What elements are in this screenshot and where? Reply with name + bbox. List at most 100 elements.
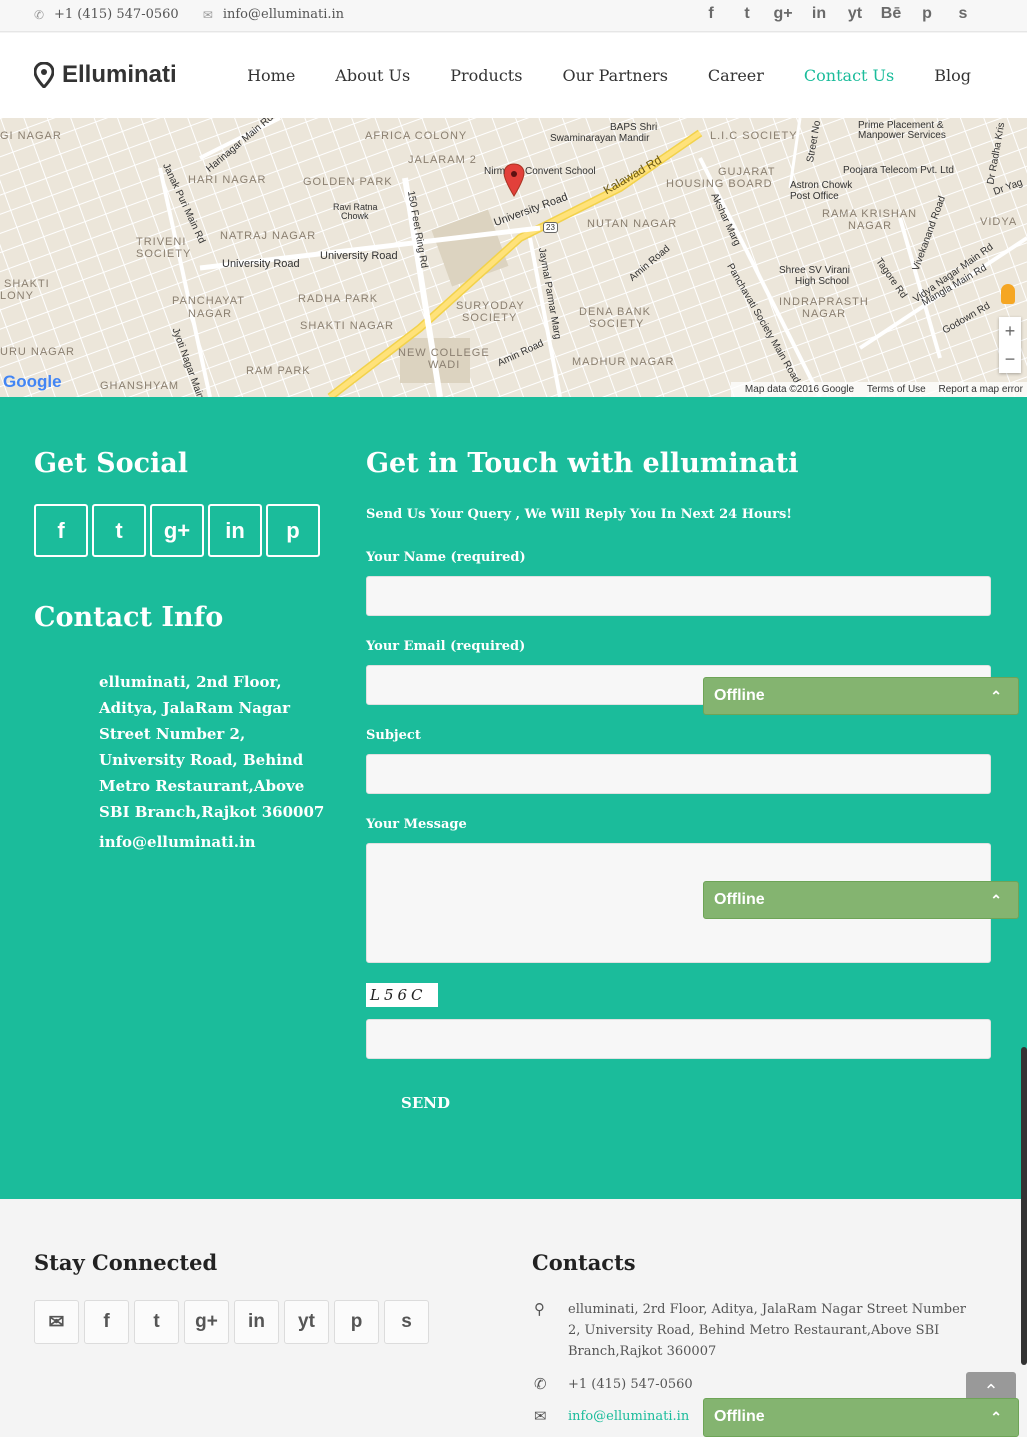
nav-contact-us[interactable]: Contact Us	[804, 66, 894, 85]
contact-address: elluminati, 2nd Floor, Aditya, JalaRam N…	[99, 673, 325, 821]
map-label: RADHA PARK	[298, 293, 379, 305]
footer-google-plus-button[interactable]: g+	[184, 1300, 229, 1344]
social-facebook-button[interactable]: f	[34, 504, 88, 557]
twitter-icon[interactable]: t	[729, 5, 765, 23]
nav-blog[interactable]: Blog	[934, 66, 971, 85]
map-label: Convent School	[525, 166, 596, 177]
offline-chat-widget[interactable]: Offline ⌃	[703, 881, 1019, 919]
map-label: URU NAGAR	[0, 346, 76, 358]
top-contact: ✆ +1 (415) 547-0560 ✉ info@elluminati.in	[34, 7, 364, 23]
page-scrollbar[interactable]	[1021, 1047, 1027, 1365]
nav-home[interactable]: Home	[247, 66, 295, 85]
google-logo[interactable]: Google	[3, 372, 62, 392]
map-label: NAGAR	[802, 308, 847, 320]
map-attribution: Map data ©2016 Google Terms of Use Repor…	[730, 382, 1027, 397]
map-label: High School	[795, 276, 849, 287]
contact-email-link[interactable]: info@elluminati.in	[99, 833, 256, 851]
site-header: Elluminati Home About Us Products Our Pa…	[0, 33, 1027, 118]
terms-of-use-link[interactable]: Terms of Use	[867, 384, 926, 395]
nav-about-us[interactable]: About Us	[335, 66, 410, 85]
phone-icon: ✆	[34, 7, 45, 22]
map-label: JALARAM 2	[408, 154, 477, 166]
behance-icon[interactable]: Bē	[873, 5, 909, 23]
social-twitter-button[interactable]: t	[92, 504, 146, 557]
top-email-text[interactable]: info@elluminati.in	[223, 7, 344, 22]
footer-email-button[interactable]: ✉	[34, 1300, 79, 1344]
map-label: Post Office	[790, 191, 839, 202]
subject-field[interactable]	[366, 754, 991, 794]
twitter-icon: t	[153, 1311, 160, 1332]
map-label: NUTAN NAGAR	[587, 218, 678, 230]
map-label: NATRAJ NAGAR	[220, 230, 317, 242]
chevron-up-icon[interactable]: ⌃	[990, 882, 1002, 918]
google-plus-icon[interactable]: g+	[765, 5, 801, 23]
facebook-icon: f	[103, 1311, 110, 1332]
map-label: SOCIETY	[589, 318, 645, 330]
skype-icon[interactable]: s	[945, 5, 981, 23]
send-button[interactable]: SEND	[401, 1094, 450, 1112]
zoom-out-button[interactable]: −	[999, 345, 1021, 373]
nav-career[interactable]: Career	[708, 66, 764, 85]
facebook-icon[interactable]: f	[693, 5, 729, 23]
facebook-icon: f	[57, 517, 65, 543]
map-label: SHAKTI	[4, 278, 50, 290]
footer-phone: +1 (415) 547-0560	[568, 1377, 693, 1392]
map-label: Chowk	[341, 211, 369, 221]
brand-name: Elluminati	[62, 61, 177, 88]
social-google-plus-button[interactable]: g+	[150, 504, 204, 557]
chat-status: Offline	[714, 891, 765, 908]
form-subtitle: Send Us Your Query , We Will Reply You I…	[366, 507, 793, 522]
footer-facebook-button[interactable]: f	[84, 1300, 129, 1344]
linkedin-icon[interactable]: in	[801, 5, 837, 23]
google-map[interactable]: AFRICA COLONY JALARAM 2 BAPS Shri Swamin…	[0, 118, 1027, 397]
footer-pinterest-button[interactable]: p	[334, 1300, 379, 1344]
contacts-heading: Contacts	[532, 1250, 636, 1275]
map-label: SURYODAY	[456, 300, 525, 312]
pinterest-icon: p	[286, 517, 300, 543]
top-email[interactable]: ✉ info@elluminati.in	[203, 7, 344, 22]
map-label: INDRAPRASTH	[779, 296, 869, 308]
street-view-pegman-icon[interactable]	[1001, 284, 1015, 304]
map-label: NEW COLLEGE	[398, 347, 490, 359]
site-logo[interactable]: Elluminati	[34, 61, 177, 89]
message-label: Your Message	[366, 817, 467, 832]
map-pin-logo-icon	[34, 62, 54, 88]
map-label: SHAKTI NAGAR	[300, 320, 394, 332]
footer-linkedin-button[interactable]: in	[234, 1300, 279, 1344]
youtube-icon: yt	[298, 1311, 315, 1332]
map-label: GOLDEN PARK	[303, 176, 393, 188]
pinterest-icon[interactable]: p	[909, 5, 945, 23]
stay-connected-heading: Stay Connected	[34, 1250, 218, 1275]
map-label: University Road	[222, 258, 300, 270]
nav-products[interactable]: Products	[450, 66, 522, 85]
chat-status: Offline	[714, 1408, 765, 1425]
map-label: NAGAR	[848, 220, 893, 232]
map-data-credit: Map data ©2016 Google	[744, 384, 855, 395]
captcha-field[interactable]	[366, 1019, 991, 1059]
map-label: PANCHAYAT	[172, 295, 245, 307]
report-map-error-link[interactable]: Report a map error	[939, 384, 1023, 395]
map-label: NAGAR	[188, 308, 233, 320]
form-heading: Get in Touch with elluminati	[366, 448, 799, 479]
map-label: BAPS Shri	[610, 122, 658, 133]
map-label: GHANSHYAM	[100, 380, 180, 392]
nav-our-partners[interactable]: Our Partners	[562, 66, 667, 85]
footer-skype-button[interactable]: s	[384, 1300, 429, 1344]
map-label: AFRICA COLONY	[365, 130, 468, 142]
linkedin-icon: in	[225, 517, 245, 543]
zoom-in-button[interactable]: +	[999, 317, 1021, 345]
offline-chat-widget[interactable]: Offline ⌃	[703, 677, 1019, 715]
chat-status: Offline	[714, 687, 765, 704]
youtube-icon[interactable]: yt	[837, 5, 873, 23]
linkedin-icon: in	[248, 1311, 265, 1332]
name-field[interactable]	[366, 576, 991, 616]
footer-youtube-button[interactable]: yt	[284, 1300, 329, 1344]
footer-twitter-button[interactable]: t	[134, 1300, 179, 1344]
chevron-up-icon[interactable]: ⌃	[990, 678, 1002, 714]
social-pinterest-button[interactable]: p	[266, 504, 320, 557]
social-linkedin-button[interactable]: in	[208, 504, 262, 557]
offline-chat-widget[interactable]: Offline ⌃	[703, 1398, 1019, 1437]
chevron-up-icon[interactable]: ⌃	[990, 1399, 1002, 1435]
email-label: Your Email (required)	[366, 639, 526, 654]
map-label: SOCIETY	[462, 312, 518, 324]
